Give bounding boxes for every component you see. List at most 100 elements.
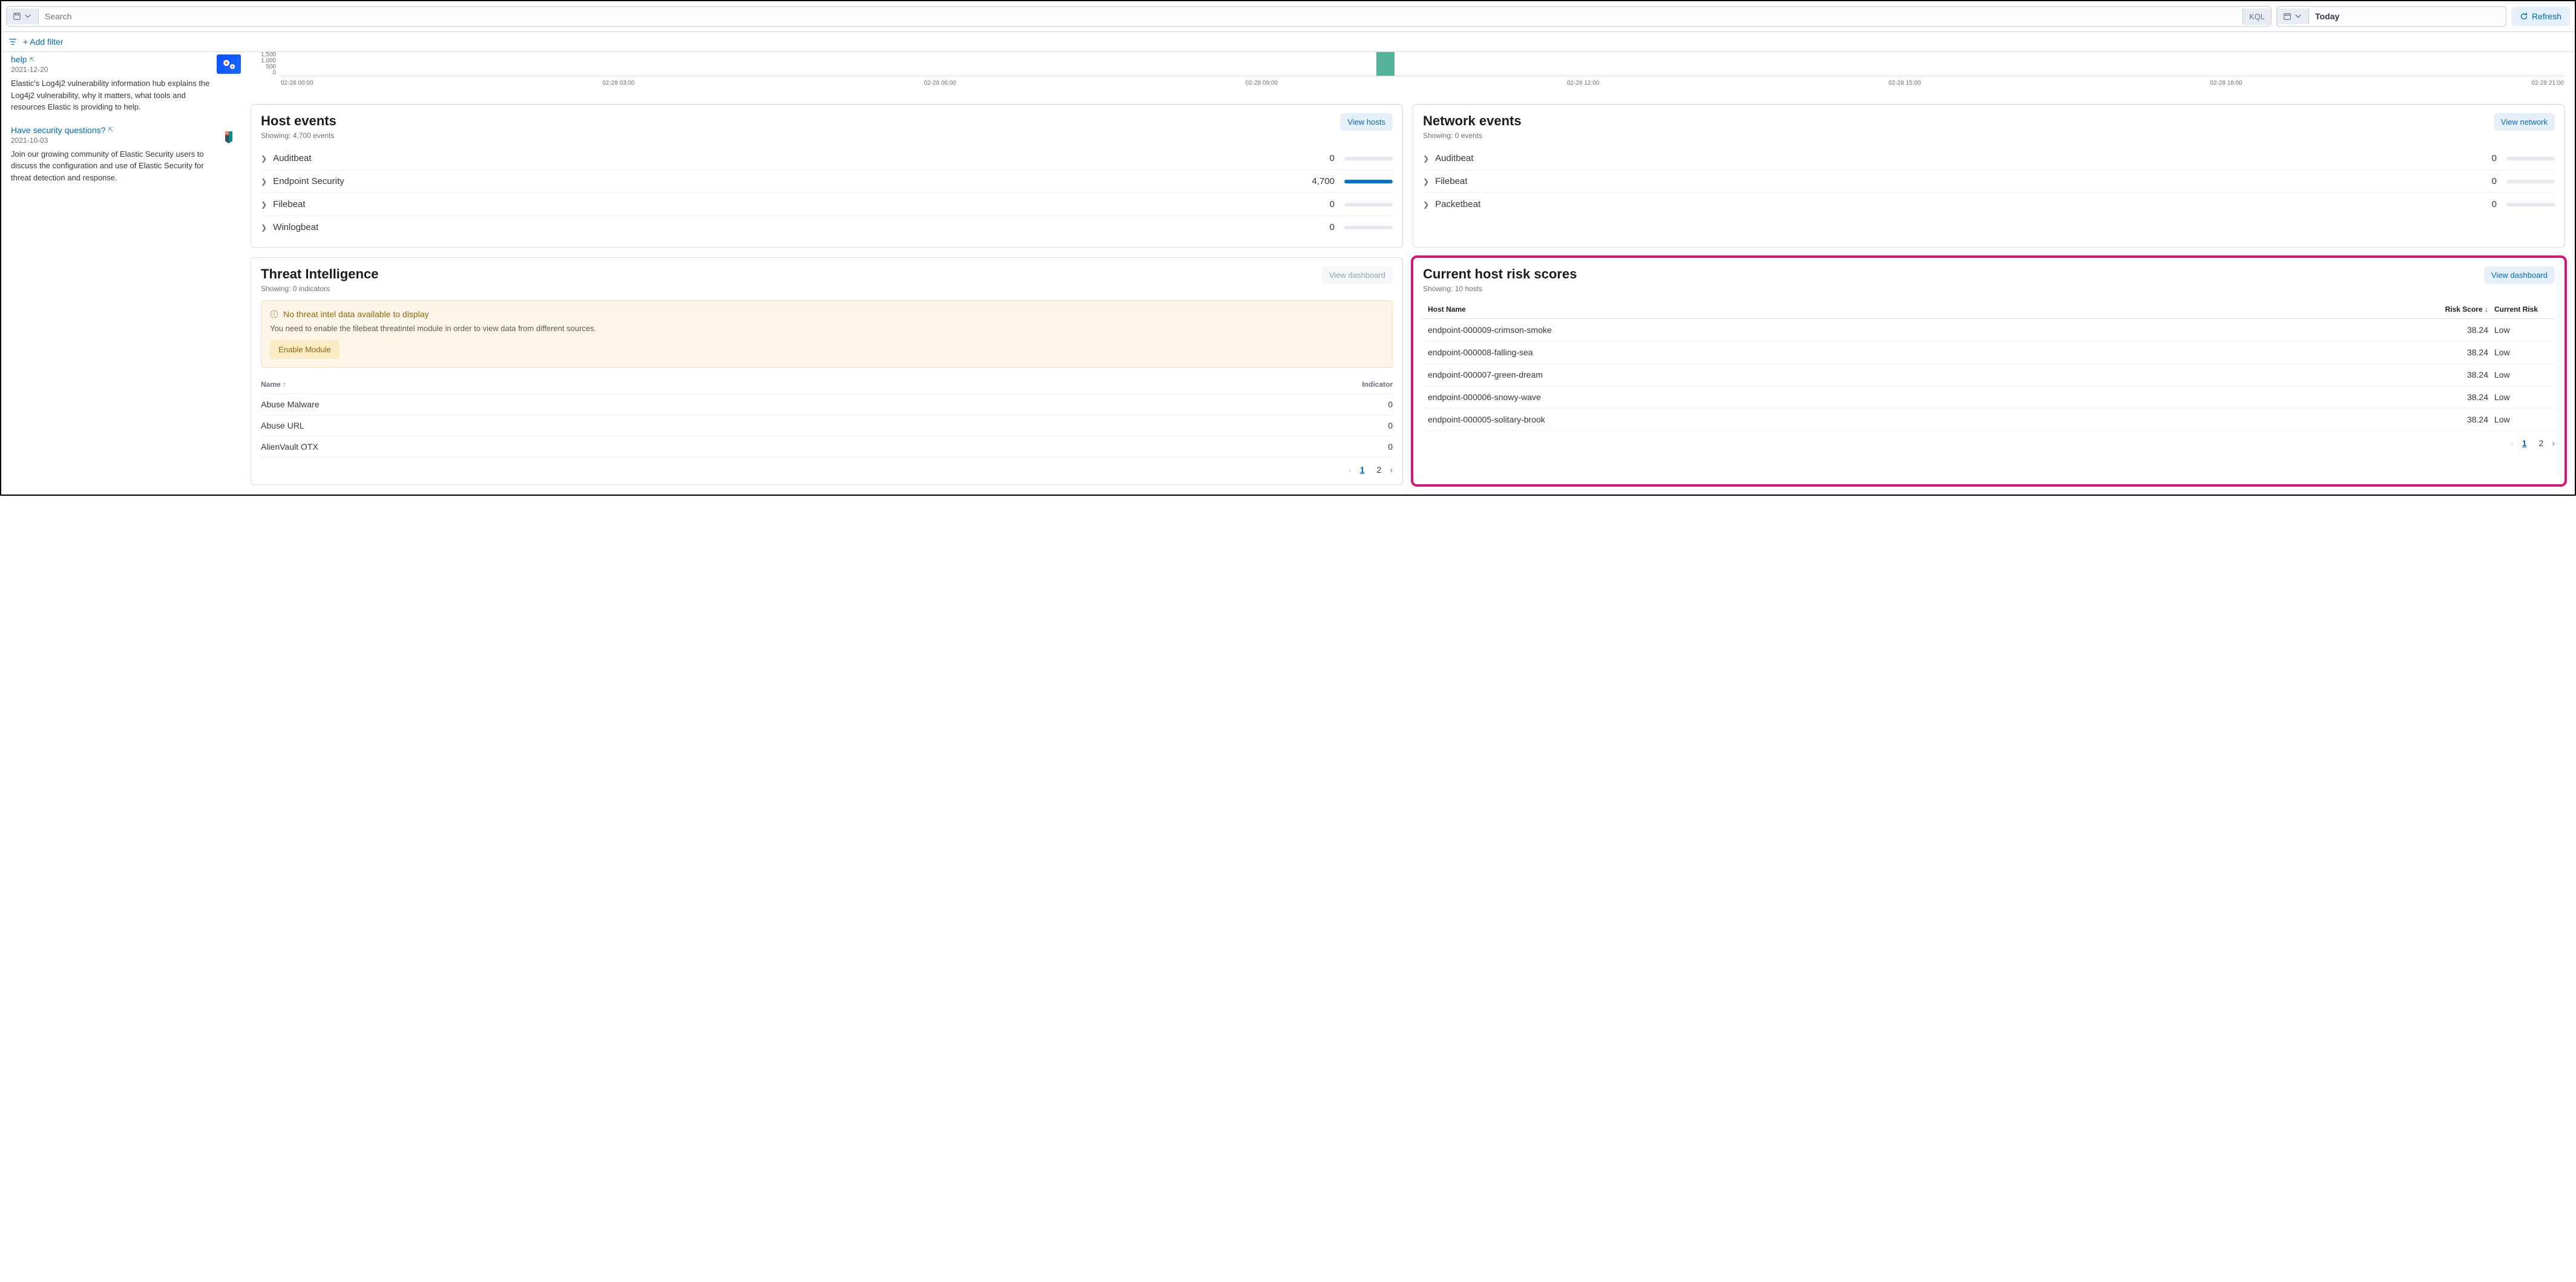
pager-prev: ‹ [2511, 438, 2514, 448]
svg-text:i: i [274, 312, 275, 317]
event-name: Auditbeat [273, 153, 1324, 163]
risk-score: 38.24 [2428, 415, 2494, 424]
event-count: 0 [1330, 199, 1335, 209]
date-picker[interactable]: Today [2276, 6, 2506, 27]
risk-row: endpoint-000008-falling-sea38.24Low [1423, 341, 2555, 364]
search-bar: KQL [6, 6, 2272, 27]
event-row: ❯Auditbeat0 [1423, 147, 2555, 170]
y-axis-labels: 1,500 1,000 500 0 [251, 52, 276, 76]
kql-toggle[interactable]: KQL [2242, 8, 2271, 25]
risk-row: endpoint-000006-snowy-wave38.24Low [1423, 386, 2555, 409]
news-thumb [217, 54, 241, 74]
th-score[interactable]: Risk Score ↓ [2428, 305, 2494, 314]
risk-score: 38.24 [2428, 347, 2494, 357]
threat-name: AlienVault OTX [261, 442, 1344, 452]
pager-next[interactable]: › [1390, 465, 1393, 475]
refresh-button[interactable]: Refresh [2511, 7, 2570, 26]
search-input[interactable] [39, 7, 2242, 26]
expand-icon[interactable]: ❯ [1423, 154, 1429, 163]
threat-intel-panel: Threat Intelligence Showing: 0 indicator… [251, 257, 1403, 485]
pager-page-2[interactable]: 2 [1373, 464, 1385, 476]
threat-indicator: 0 [1344, 399, 1393, 409]
expand-icon[interactable]: ❯ [261, 223, 267, 232]
main-column: 1,500 1,000 500 0 02-28 00:0002-28 03:00… [251, 52, 2565, 485]
view-hosts-button[interactable]: View hosts [1340, 113, 1393, 131]
th-indicator[interactable]: Indicator [1344, 380, 1393, 389]
callout-title-text: No threat intel data available to displa… [283, 309, 429, 319]
panel-title: Current host risk scores [1423, 266, 1577, 282]
enable-module-button[interactable]: Enable Module [270, 340, 340, 359]
view-dashboard-button[interactable]: View dashboard [2484, 266, 2555, 284]
threat-indicator: 0 [1344, 421, 1393, 430]
pager-page-1[interactable]: 1 [2518, 437, 2531, 449]
host-events-panel: Host events Showing: 4,700 events View h… [251, 104, 1403, 248]
news-desc: Join our growing community of Elastic Se… [11, 148, 211, 184]
event-bar [1344, 203, 1393, 206]
event-bar [1344, 180, 1393, 183]
risk-table-header: Host Name Risk Score ↓ Current Risk [1423, 300, 2555, 319]
pager-next[interactable]: › [2552, 438, 2555, 448]
info-icon: i [270, 310, 278, 318]
expand-icon[interactable]: ❯ [1423, 177, 1429, 186]
event-row: ❯Filebeat0 [1423, 170, 2555, 193]
sort-asc-icon: ↑ [283, 380, 286, 389]
expand-icon[interactable]: ❯ [1423, 200, 1429, 209]
panel-subtitle: Showing: 10 hosts [1423, 284, 1577, 293]
expand-icon[interactable]: ❯ [261, 200, 267, 209]
news-link[interactable]: Have security questions? ⇱ [11, 125, 114, 135]
risk-score: 38.24 [2428, 325, 2494, 335]
events-histogram: 1,500 1,000 500 0 02-28 00:0002-28 03:00… [251, 52, 2565, 94]
expand-icon[interactable]: ❯ [261, 177, 267, 186]
event-count: 0 [2492, 153, 2497, 163]
threat-row: Abuse URL0 [261, 415, 1393, 436]
news-desc: Elastic's Log4j2 vulnerability informati… [11, 77, 211, 113]
event-row: ❯ Packetbeat 0 [1423, 193, 2555, 215]
th-host[interactable]: Host Name [1423, 305, 2428, 314]
event-row: ❯Auditbeat0 [261, 147, 1393, 170]
event-row: ❯ Winlogbeat 0 [261, 216, 1393, 238]
news-date: 2021-12-20 [11, 65, 211, 74]
search-options-button[interactable] [7, 8, 39, 24]
risk-score: 38.24 [2428, 392, 2494, 402]
expand-icon[interactable]: ❯ [261, 154, 267, 163]
threat-row: Abuse Malware0 [261, 394, 1393, 415]
risk-row: endpoint-000009-crimson-smoke38.24Low [1423, 319, 2555, 341]
top-bar: KQL Today Refresh [1, 1, 2575, 32]
news-sidebar: help ⇱ 2021-12-20 Elastic's Log4j2 vulne… [11, 52, 241, 485]
event-count: 0 [2492, 199, 2497, 209]
external-link-icon: ⇱ [29, 56, 34, 64]
view-network-button[interactable]: View network [2494, 113, 2555, 131]
event-name: Endpoint Security [273, 176, 1306, 186]
sort-desc-icon: ↓ [2485, 305, 2488, 314]
news-link[interactable]: help ⇱ [11, 54, 35, 64]
event-name: Winlogbeat [273, 222, 1324, 232]
event-name: Packetbeat [1435, 199, 2486, 209]
pager-page-2[interactable]: 2 [2535, 437, 2548, 449]
risk-row: endpoint-000005-solitary-brook38.24Low [1423, 409, 2555, 431]
threat-pager: ‹ 1 2 › [261, 464, 1393, 476]
event-row: ❯Filebeat0 [261, 193, 1393, 216]
chevron-down-icon [2294, 12, 2302, 21]
risk-host: endpoint-000008-falling-sea [1423, 347, 2428, 357]
event-count: 0 [1330, 222, 1335, 232]
risk-host: endpoint-000005-solitary-brook [1423, 415, 2428, 424]
date-prefix [2277, 8, 2309, 24]
date-value: Today [2309, 7, 2345, 26]
news-thumb [217, 125, 241, 145]
calendar-icon [2283, 12, 2292, 21]
event-count: 4,700 [1312, 176, 1335, 186]
panel-subtitle: Showing: 4,700 events [261, 131, 337, 140]
th-risk[interactable]: Current Risk [2494, 305, 2555, 314]
content: help ⇱ 2021-12-20 Elastic's Log4j2 vulne… [1, 52, 2575, 495]
add-filter-button[interactable]: + Add filter [23, 37, 64, 47]
th-name[interactable]: Name ↑ [261, 380, 1344, 389]
pager-page-1[interactable]: 1 [1356, 464, 1368, 476]
news-date: 2021-10-03 [11, 136, 211, 145]
chevron-down-icon [24, 12, 32, 21]
filter-icon[interactable] [8, 38, 17, 46]
risk-pager: ‹ 1 2 › [1423, 437, 2555, 449]
risk-level: Low [2494, 415, 2555, 424]
news-item: Have security questions? ⇱ 2021-10-03 Jo… [11, 125, 241, 184]
risk-level: Low [2494, 347, 2555, 357]
panel-title: Threat Intelligence [261, 266, 378, 282]
